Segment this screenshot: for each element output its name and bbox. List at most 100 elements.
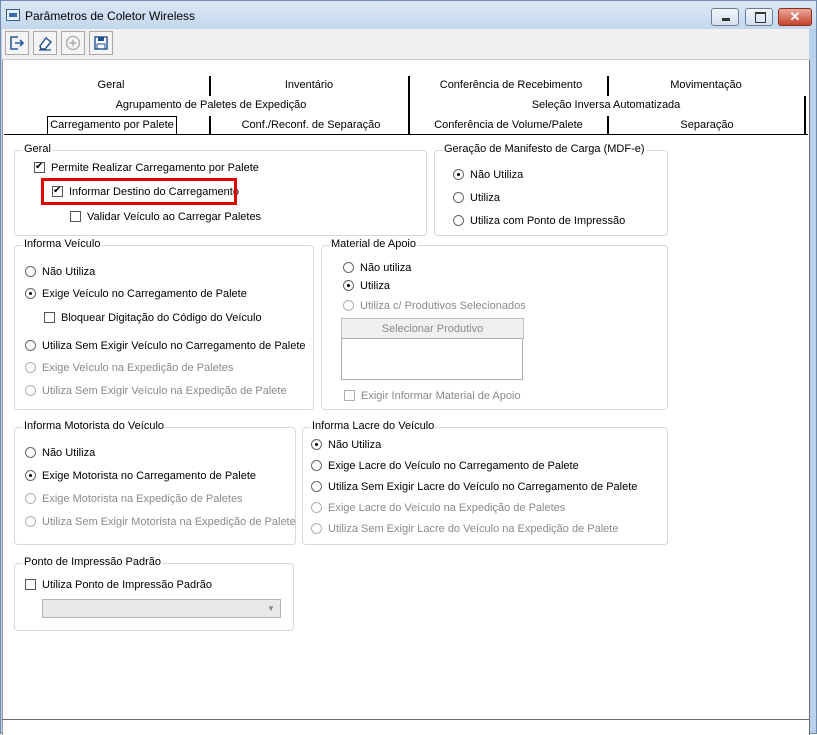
radio-disabled [25,362,36,373]
veiculo-sem-exigir-expedicao-label: Utiliza Sem Exigir Veículo na Expedição … [42,385,287,397]
group-manifesto-title: Geração de Manifesto de Carga (MDF-e) [443,143,646,155]
tab-separator [607,76,609,96]
checkbox-checked[interactable] [34,160,45,174]
radio-disabled [25,516,36,527]
tab-separator [408,96,410,116]
tab-selecao-inversa[interactable]: Seleção Inversa Automatizada [501,99,711,111]
checkbox-unchecked[interactable] [25,579,36,590]
clear-button[interactable] [33,31,57,55]
tab-separator [408,76,410,96]
veiculo-exige-carregamento-label: Exige Veículo no Carregamento de Palete [42,288,247,300]
exit-icon [10,36,25,50]
radio-disabled [25,385,36,396]
checkbox-unchecked[interactable] [70,211,81,222]
radio-disabled [311,523,322,534]
radio[interactable] [343,262,354,273]
maximize-icon [755,12,766,23]
manifesto-nao-utiliza-label: Não Utiliza [470,169,524,181]
selecionar-produtivo-button: Selecionar Produtivo [341,318,524,339]
lacre-exige-carregamento-label: Exige Lacre do Veículo no Carregamento d… [328,460,579,472]
group-motorista-title: Informa Motorista do Veículo [23,420,166,432]
group-lacre-title: Informa Lacre do Veículo [311,420,436,432]
ponto-impressao-combo: ▼ [42,599,281,618]
app-icon [6,9,20,21]
radio[interactable] [25,447,36,458]
radio[interactable] [453,192,464,203]
add-icon [65,35,81,51]
tab-geral[interactable]: Geral [61,79,161,91]
lacre-sem-exigir-carregamento-label: Utiliza Sem Exigir Lacre do Veículo no C… [328,481,638,493]
radio-selected[interactable] [453,169,464,180]
tab-conferencia-volume[interactable]: Conferência de Volume/Palete [421,119,596,131]
exit-button[interactable] [5,31,29,55]
validar-veiculo-label: Validar Veículo ao Carregar Paletes [87,211,262,223]
tab-baseline [4,134,808,135]
radio-selected[interactable] [343,280,354,291]
exigir-material-label: Exigir Informar Material de Apoio [361,390,521,402]
radio[interactable] [25,266,36,277]
radio-selected[interactable] [25,288,36,299]
window-title: Parâmetros de Coletor Wireless [25,9,196,23]
tab-separator [408,116,410,135]
tab-separator [804,116,806,135]
group-material-apoio-title: Material de Apoio [330,238,417,250]
close-icon: ✕ [789,9,801,24]
veiculo-exige-expedicao-label: Exige Veículo na Expedição de Paletes [42,362,234,374]
tab-separacao[interactable]: Separação [661,119,753,131]
tab-conferencia-recebimento[interactable]: Conferência de Recebimento [421,79,601,91]
tab-inventario[interactable]: Inventário [229,79,389,91]
tab-carregamento-palete[interactable]: Carregamento por Palete [47,116,177,135]
group-ponto-impressao: Ponto de Impressão Padrão [14,556,294,631]
highlight-box [41,178,237,205]
material-utiliza-label: Utiliza [360,280,390,292]
motorista-nao-utiliza-label: Não Utiliza [42,447,96,459]
radio[interactable] [453,215,464,226]
client-bottom-border [2,719,809,720]
radio[interactable] [311,460,322,471]
radio-disabled [343,300,354,311]
tab-conf-reconf-separacao[interactable]: Conf./Reconf. de Separação [221,119,401,131]
tab-movimentacao[interactable]: Movimentação [641,79,771,91]
material-nao-utiliza-label: Não utiliza [360,262,412,274]
group-informa-veiculo-title: Informa Veículo [23,238,102,250]
lacre-exige-expedicao-label: Exige Lacre do Veículo na Expedição de P… [328,502,566,514]
material-produtivos-label: Utiliza c/ Produtivos Selecionados [360,300,526,312]
manifesto-utiliza-label: Utiliza [470,192,500,204]
maximize-button[interactable] [745,8,773,26]
radio-disabled [25,493,36,504]
veiculo-nao-utiliza-label: Não Utiliza [42,266,96,278]
chevron-down-icon: ▼ [267,604,275,613]
tab-separator [209,116,211,135]
client-right-border [809,60,810,735]
tab-separator [209,76,211,96]
radio-selected[interactable] [311,439,322,450]
add-button[interactable] [61,31,85,55]
radio[interactable] [25,340,36,351]
title-bar[interactable]: Parâmetros de Coletor Wireless ✕ [1,1,816,29]
tab-separator [607,116,609,135]
eraser-icon [39,37,53,51]
bloquear-digitacao-label: Bloquear Digitação do Código do Veículo [61,312,262,324]
minimize-icon [722,18,730,21]
checkbox-disabled [344,390,355,401]
group-geral-title: Geral [23,143,52,155]
tab-agrupamento[interactable]: Agrupamento de Paletes de Expedição [81,99,341,111]
checkbox-unchecked[interactable] [44,312,55,323]
group-ponto-impressao-title: Ponto de Impressão Padrão [23,556,162,568]
tab-separator [804,96,806,116]
lacre-nao-utiliza-label: Não Utiliza [328,439,382,451]
toolbar [2,29,809,60]
produtivos-listbox [341,338,523,380]
app-window: Parâmetros de Coletor Wireless ✕ Geral I… [0,0,817,735]
motorista-exige-carregamento-label: Exige Motorista no Carregamento de Palet… [42,470,257,482]
radio-disabled [311,502,322,513]
minimize-button[interactable] [711,8,739,26]
motorista-exige-expedicao-label: Exige Motorista na Expedição de Paletes [42,493,243,505]
close-button[interactable]: ✕ [778,8,812,26]
veiculo-sem-exigir-carregamento-label: Utiliza Sem Exigir Veículo no Carregamen… [42,340,306,352]
radio-selected[interactable] [25,470,36,481]
save-icon [94,36,108,50]
ponto-impressao-label: Utiliza Ponto de Impressão Padrão [42,579,212,591]
radio[interactable] [311,481,322,492]
save-button[interactable] [89,31,113,55]
